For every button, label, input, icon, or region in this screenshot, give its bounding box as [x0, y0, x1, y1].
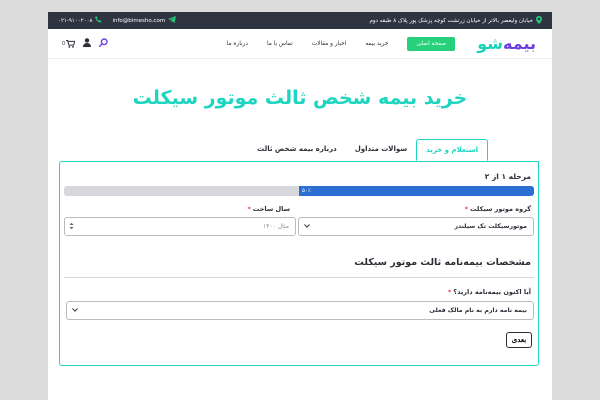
year-input-placeholder: مثال ۱۴۰۰ [262, 223, 289, 230]
year-label-text: سال ساخت [252, 205, 290, 213]
contact-group: info@bimesho.com ۰۲۱-۹۱۰۰۲۰۰۸ [58, 16, 177, 25]
phone-text: ۰۲۱-۹۱۰۰۲۰۰۸ [58, 17, 93, 24]
tabs-bar: استعلام و خرید سوالات متداول درباره بیمه… [248, 139, 488, 161]
cart-icon[interactable]: 0 [62, 39, 76, 48]
progress-text: ۵۰٪ [302, 188, 311, 194]
menu-item-buy-insurance[interactable]: خرید بیمه [365, 41, 388, 47]
section-divider [64, 277, 534, 278]
site-logo[interactable]: بیمه شو [477, 34, 536, 53]
top-info-bar: خیابان ولیعصر بالاتر از خیابان زرتشت کوچ… [48, 12, 552, 29]
main-menu: صفحه اصلی خرید بیمه اخبار و مقالات تماس … [227, 36, 456, 51]
address-text: خیابان ولیعصر بالاتر از خیابان زرتشت کوچ… [369, 17, 533, 24]
tab-faq[interactable]: سوالات متداول [346, 139, 416, 161]
page-title: خرید بیمه شخص ثالث موتور سیکلت [132, 87, 468, 109]
menu-item-contact[interactable]: تماس با ما [267, 41, 293, 47]
email-item[interactable]: info@bimesho.com [112, 16, 177, 25]
email-text: info@bimesho.com [112, 17, 166, 24]
required-mark: * [464, 205, 469, 213]
next-button[interactable]: بعدی [506, 332, 532, 348]
page: خیابان ولیعصر بالاتر از خیابان زرتشت کوچ… [48, 12, 552, 400]
required-mark: * [447, 288, 452, 296]
year-input[interactable]: مثال ۱۴۰۰ [64, 217, 296, 236]
group-select[interactable]: موتورسیکلت تک سیلندر [298, 217, 534, 236]
progress-fill: ۵۰٪ [299, 186, 534, 196]
cart-count: 0 [62, 40, 66, 47]
phone-icon [95, 16, 102, 25]
menu-item-home[interactable]: صفحه اصلی [407, 36, 456, 51]
year-label: سال ساخت* [247, 205, 290, 213]
chevron-down-icon [72, 307, 78, 314]
location-pin-icon [536, 15, 542, 26]
group-label-text: گروه موتور سیکلت [470, 205, 531, 213]
logo-main: بیمه [503, 34, 536, 53]
policy-select-value: بیمه نامه دارم به نام مالک فعلی [429, 307, 527, 314]
logo-sub: شو [477, 34, 504, 53]
phone-item[interactable]: ۰۲۱-۹۱۰۰۲۰۰۸ [58, 16, 102, 25]
required-mark: * [247, 205, 251, 213]
address-item: خیابان ولیعصر بالاتر از خیابان زرتشت کوچ… [369, 15, 542, 26]
paper-plane-icon [168, 16, 177, 25]
group-select-value: موتورسیکلت تک سیلندر [454, 223, 527, 230]
policy-label: آیا اکنون بیمه‌نامه دارید؟* [448, 288, 531, 296]
main-navbar: بیمه شو صفحه اصلی خرید بیمه اخبار و مقالا… [48, 29, 552, 59]
form-panel: مرحله ۱ از ۲ ۵۰٪ گروه موتور سیکلت* موتور… [59, 161, 539, 366]
user-icon[interactable] [83, 37, 92, 50]
group-label: گروه موتور سیکلت* [465, 205, 531, 213]
tab-inquiry-purchase[interactable]: استعلام و خرید [416, 139, 488, 161]
search-icon[interactable] [99, 37, 108, 50]
chevron-down-icon [304, 223, 310, 230]
policy-select[interactable]: بیمه نامه دارم به نام مالک فعلی [66, 301, 534, 320]
progress-bar: ۵۰٪ [64, 186, 534, 196]
number-spinner-icon[interactable] [69, 222, 74, 230]
step-label: مرحله ۱ از ۲ [484, 172, 531, 181]
section-title: مشخصات بیمه‌نامه ثالث موتور سیکلت [354, 257, 531, 268]
menu-item-news[interactable]: اخبار و مقالات [312, 41, 347, 47]
nav-icons: 0 [62, 37, 108, 50]
policy-label-text: آیا اکنون بیمه‌نامه دارید؟ [453, 288, 531, 296]
address-group: خیابان ولیعصر بالاتر از خیابان زرتشت کوچ… [369, 15, 542, 26]
menu-item-about[interactable]: درباره ما [227, 41, 248, 47]
tab-about-insurance[interactable]: درباره بیمه شخص ثالث [248, 139, 346, 161]
